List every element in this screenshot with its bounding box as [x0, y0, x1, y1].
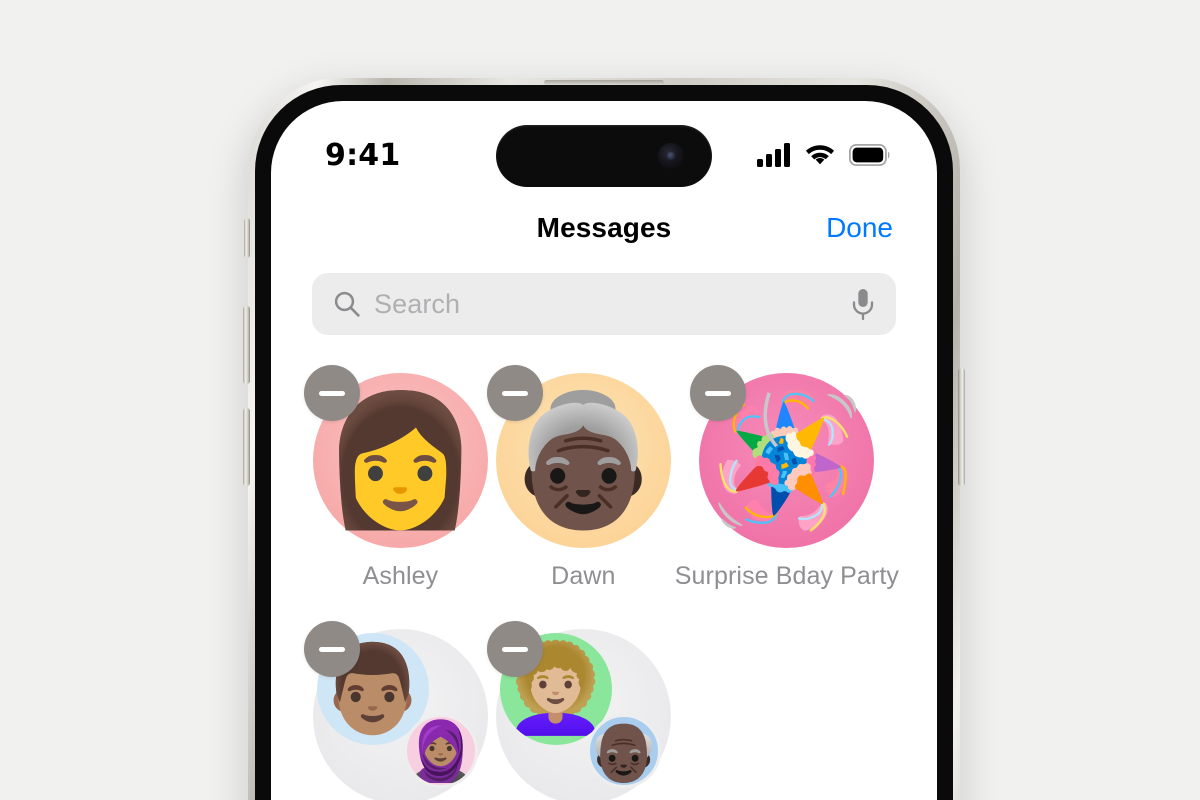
recent-item-label: Surprise Bday Party	[674, 562, 899, 590]
page-title: Messages	[536, 212, 672, 243]
search-field[interactable]: Search	[312, 273, 896, 335]
avatar[interactable]: 👨🏽 🧕🏽	[303, 621, 488, 800]
search-icon	[334, 291, 360, 317]
screenshot-stage: 9:41 Messages Done Search 👩 Ashley 👵🏿 Da…	[0, 0, 1200, 800]
remove-button[interactable]	[690, 365, 747, 421]
recent-item-surprise-bday-party[interactable]: 🪅 Surprise Bday Party	[674, 365, 899, 591]
phone-screen: 9:41 Messages Done Search 👩 Ashley 👵🏿 Da…	[271, 101, 937, 800]
battery-full-icon	[849, 144, 890, 166]
remove-button[interactable]	[486, 621, 543, 677]
minus-icon	[501, 646, 528, 652]
minus-icon	[501, 390, 528, 396]
microphone-icon[interactable]	[850, 287, 876, 321]
recent-item-will-olivia[interactable]: 👨🏽 🧕🏽 Will & Olivia	[303, 621, 492, 800]
avatar[interactable]: 👵🏿	[486, 365, 671, 548]
remove-button[interactable]	[303, 365, 360, 421]
remove-button[interactable]	[303, 621, 360, 677]
recent-item-zee-bradley[interactable]: 👩🏼‍🦱 👴🏿 Zee & Bradley	[486, 621, 675, 800]
recent-item-ashley[interactable]: 👩 Ashley	[303, 365, 492, 591]
memoji-bradley-icon: 👴🏿	[587, 717, 660, 785]
remove-button[interactable]	[486, 365, 543, 421]
wifi-icon	[805, 145, 835, 165]
cellular-bars-icon	[757, 143, 790, 167]
search-placeholder-text: Search	[374, 288, 461, 319]
navigation-bar: Messages Done	[271, 197, 937, 259]
dynamic-island[interactable]	[496, 125, 712, 187]
recent-item-label: Ashley	[362, 562, 439, 590]
status-bar-indicators	[757, 143, 891, 167]
status-bar-clock: 9:41	[325, 137, 401, 173]
minus-icon	[705, 390, 732, 396]
avatar[interactable]: 🪅	[690, 365, 875, 548]
iphone-device-frame: 9:41 Messages Done Search 👩 Ashley 👵🏿 Da…	[243, 78, 965, 800]
recent-item-label: Dawn	[551, 562, 616, 590]
side-power-button[interactable]	[958, 368, 965, 486]
member-avatar-bradley: 👴🏿	[586, 714, 661, 788]
recents-grid: 👩 Ashley 👵🏿 Dawn 🪅 Surprise Bday Party 👨…	[303, 365, 899, 800]
recent-item-dawn[interactable]: 👵🏿 Dawn	[486, 365, 675, 591]
silent-switch-button[interactable]	[244, 218, 250, 258]
memoji-olivia-icon: 🧕🏽	[404, 717, 478, 785]
done-button[interactable]: Done	[826, 212, 893, 244]
phone-bezel: 9:41 Messages Done Search 👩 Ashley 👵🏿 Da…	[255, 85, 953, 800]
minus-icon	[318, 390, 345, 396]
avatar[interactable]: 👩🏼‍🦱 👴🏿	[486, 621, 671, 800]
avatar[interactable]: 👩	[303, 365, 488, 548]
front-camera-icon	[658, 143, 684, 169]
member-avatar-olivia: 🧕🏽	[403, 714, 478, 788]
volume-up-button[interactable]	[243, 306, 250, 384]
volume-down-button[interactable]	[243, 408, 250, 486]
minus-icon	[318, 646, 345, 652]
